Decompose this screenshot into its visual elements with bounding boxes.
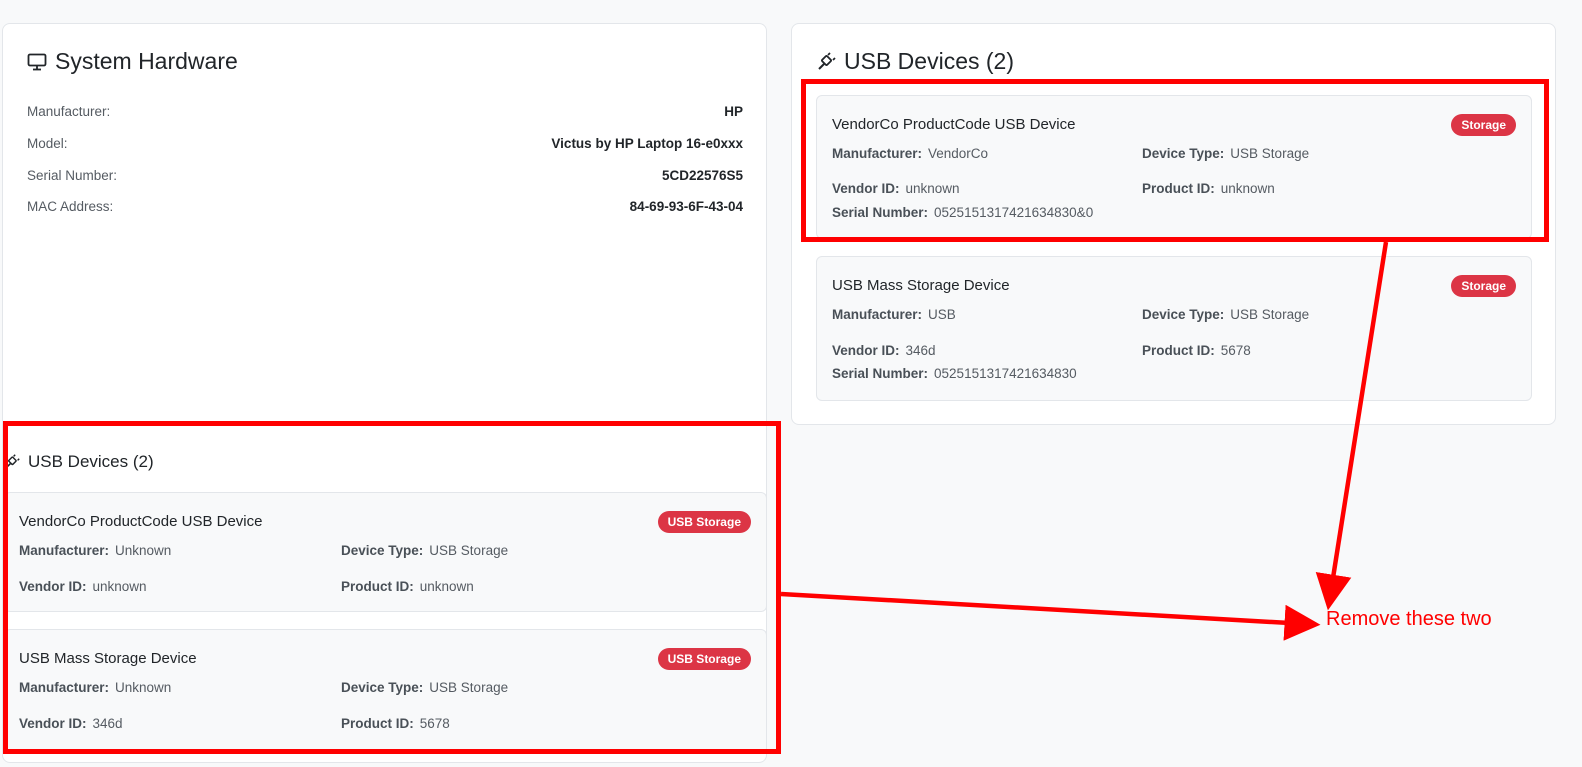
annotation-arrow — [780, 591, 1321, 641]
annotation-arrow — [1315, 241, 1389, 611]
annotation-text: Remove these two — [1326, 608, 1492, 630]
annotation-arrows — [780, 241, 1389, 641]
page: System Hardware Manufacturer: HP Model: … — [0, 0, 1582, 767]
